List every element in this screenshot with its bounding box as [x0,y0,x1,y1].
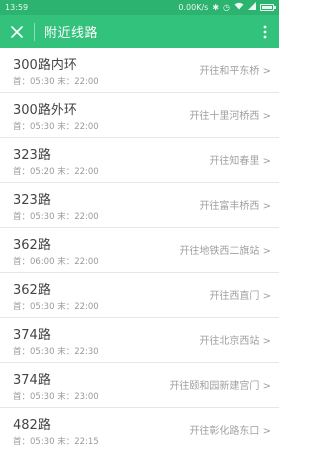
route-name: 362路 [13,283,51,298]
app-header: 附近线路 [0,15,279,48]
route-row[interactable]: 323路 首：05:30 末：22:00 开往富丰桥西 > [0,183,279,228]
route-row[interactable]: 374路 首：05:30 末：23:00 开往颐和园新建宫门 > [0,363,279,408]
status-bar: 13:59 0.00K/s ✱ ◷ [0,0,279,15]
route-row[interactable]: 362路 首：06:00 末：22:00 开往地铁西二旗站 > [0,228,279,273]
route-times: 首：05:20 末：22:00 [13,167,99,177]
route-name: 362路 [13,238,51,253]
route-name: 323路 [13,148,51,163]
app-screen: 13:59 0.00K/s ✱ ◷ 附近线路 300路内环 首：05:30 末：… [0,0,279,450]
signal-icon [248,0,256,15]
route-times: 首：05:30 末：22:00 [13,302,99,312]
more-button[interactable] [255,15,275,48]
status-time: 13:59 [5,3,29,12]
route-row[interactable]: 323路 首：05:20 末：22:00 开往知春里 > [0,138,279,183]
more-vertical-icon [263,25,267,38]
route-times: 首：05:30 末：22:00 [13,77,99,87]
route-row[interactable]: 362路 首：05:30 末：22:00 开往西直门 > [0,273,279,318]
route-row[interactable]: 300路内环 首：05:30 末：22:00 开往和平东桥 > [0,48,279,93]
route-name: 300路内环 [13,58,77,73]
route-times: 首：05:30 末：22:30 [13,347,99,357]
route-times: 首：06:00 末：22:00 [13,257,99,267]
route-name: 374路 [13,328,51,343]
route-list: 300路内环 首：05:30 末：22:00 开往和平东桥 > 300路外环 首… [0,48,279,450]
route-name: 300路外环 [13,103,77,118]
close-button[interactable] [0,15,34,48]
route-times: 首：05:30 末：22:15 [13,437,99,447]
page-title: 附近线路 [44,26,99,41]
route-name: 374路 [13,373,51,388]
route-row[interactable]: 300路外环 首：05:30 末：22:00 开往十里河桥西 > [0,93,279,138]
battery-icon [260,4,276,11]
route-destination: 开往颐和园新建宫门 > [169,381,271,392]
route-destination: 开往彰化路东口 > [189,426,271,437]
route-name: 482路 [13,418,51,433]
route-destination: 开往富丰桥西 > [199,201,271,212]
route-destination: 开往北京西站 > [199,336,271,347]
close-icon [11,25,23,38]
route-row[interactable]: 482路 首：05:30 末：22:15 开往彰化路东口 > [0,408,279,450]
route-destination: 开往知春里 > [209,156,271,167]
network-speed: 0.00K/s [178,3,209,12]
route-destination: 开往十里河桥西 > [189,111,271,122]
route-name: 323路 [13,193,51,208]
route-times: 首：05:30 末：22:00 [13,122,99,132]
bluetooth-icon: ✱ [212,3,220,12]
route-destination: 开往地铁西二旗站 > [179,246,271,257]
wifi-icon [234,0,244,15]
status-icons: 0.00K/s ✱ ◷ [178,0,276,15]
route-times: 首：05:30 末：23:00 [13,392,99,402]
alarm-icon: ◷ [223,3,230,12]
route-destination: 开往西直门 > [209,291,271,302]
route-destination: 开往和平东桥 > [199,66,271,77]
route-times: 首：05:30 末：22:00 [13,212,99,222]
route-row[interactable]: 374路 首：05:30 末：22:30 开往北京西站 > [0,318,279,363]
